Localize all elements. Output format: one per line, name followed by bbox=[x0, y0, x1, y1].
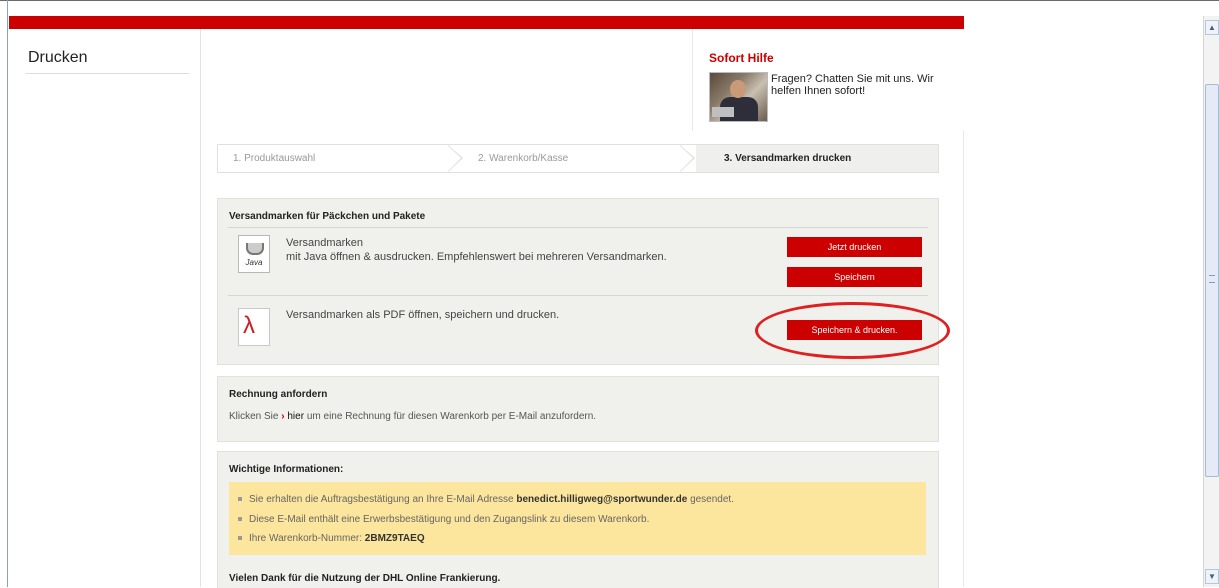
save-button[interactable]: Speichern bbox=[787, 267, 922, 287]
java-option-description: mit Java öffnen & ausdrucken. Empfehlens… bbox=[286, 251, 667, 263]
step-print-labels: 3. Versandmarken drucken bbox=[696, 145, 938, 172]
bullet-icon bbox=[238, 497, 242, 502]
sidebar-title: Drucken bbox=[28, 49, 88, 66]
scrollbar-thumb[interactable] bbox=[1205, 84, 1219, 477]
invoice-prefix: Klicken Sie bbox=[229, 411, 279, 422]
info-panel: Wichtige Informationen: Sie erhalten die… bbox=[217, 451, 939, 588]
step-print-labels-label: 3. Versandmarken drucken bbox=[724, 153, 852, 164]
highlight-ellipse bbox=[755, 302, 950, 359]
help-title[interactable]: Sofort Hilfe bbox=[709, 51, 774, 65]
step-cart-checkout: 2. Warenkorb/Kasse bbox=[478, 153, 569, 164]
pdf-option-description: Versandmarken als PDF öffnen, speichern … bbox=[286, 309, 560, 321]
invoice-text: Klicken Sie › hier um eine Rechnung für … bbox=[229, 411, 596, 422]
labels-panel: Versandmarken für Päckchen und Pakete Ja… bbox=[217, 198, 950, 365]
thanks-message: Vielen Dank für die Nutzung der DHL Onli… bbox=[229, 573, 501, 584]
invoice-panel-title: Rechnung anfordern bbox=[229, 389, 328, 400]
support-agent-photo[interactable] bbox=[709, 72, 768, 122]
help-box: Sofort Hilfe Fragen? Chatten Sie mit uns… bbox=[692, 29, 965, 131]
divider bbox=[228, 295, 928, 296]
info-box: Sie erhalten die Auftragsbestätigung an … bbox=[229, 482, 926, 555]
help-text: Fragen? Chatten Sie mit uns. Wir helfen … bbox=[771, 73, 934, 97]
invoice-link[interactable]: hier bbox=[287, 411, 304, 422]
cart-number: 2BMZ9TAEQ bbox=[364, 533, 425, 544]
scroll-down-icon[interactable]: ▼ bbox=[1205, 569, 1219, 584]
acrobat-icon: λ bbox=[243, 312, 255, 339]
list-item: Ihre Warenkorb-Nummer: 2BMZ9TAEQ bbox=[238, 533, 425, 544]
info-panel-title: Wichtige Informationen: bbox=[229, 464, 344, 475]
invoice-suffix: um eine Rechnung für diesen Warenkorb pe… bbox=[306, 411, 597, 422]
divider bbox=[228, 227, 928, 228]
list-item: Sie erhalten die Auftragsbestätigung an … bbox=[238, 494, 734, 505]
window-top-border bbox=[0, 0, 1219, 1]
sidebar-divider bbox=[26, 73, 189, 74]
print-now-button[interactable]: Jetzt drucken bbox=[787, 237, 922, 257]
email-address: benedict.hilligweg@sportwunder.de bbox=[516, 494, 688, 505]
brand-header-bar bbox=[9, 16, 964, 29]
checkout-steps: 1. Produktauswahl 2. Warenkorb/Kasse 3. … bbox=[217, 144, 939, 173]
bullet-icon bbox=[238, 536, 242, 541]
labels-panel-title: Versandmarken für Päckchen und Pakete bbox=[229, 211, 426, 222]
list-item: Diese E-Mail enthält eine Erwerbsbestäti… bbox=[238, 514, 649, 525]
link-arrow-icon: › bbox=[281, 411, 285, 422]
sidebar: Drucken bbox=[9, 29, 201, 587]
pdf-icon: λ bbox=[238, 308, 270, 346]
bullet-icon bbox=[238, 517, 242, 522]
java-icon: Java bbox=[238, 235, 270, 273]
java-option-title: Versandmarken bbox=[286, 237, 364, 249]
vertical-scrollbar[interactable]: ▲ ▼ bbox=[1203, 16, 1219, 587]
java-icon-label: Java bbox=[245, 258, 263, 267]
invoice-panel: Rechnung anfordern Klicken Sie › hier um… bbox=[217, 376, 939, 442]
scroll-up-icon[interactable]: ▲ bbox=[1205, 20, 1219, 35]
step-product-selection: 1. Produktauswahl bbox=[233, 153, 316, 164]
window-left-border bbox=[7, 0, 8, 587]
